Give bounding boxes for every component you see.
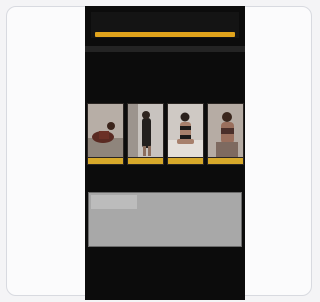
gallery-photo[interactable] — [127, 103, 164, 165]
photo-gallery — [87, 103, 244, 165]
textarea-placeholder — [91, 195, 137, 209]
gallery-photo[interactable] — [167, 103, 204, 165]
photo-image — [168, 104, 203, 157]
gallery-photo[interactable] — [207, 103, 244, 165]
photo-image — [128, 104, 163, 157]
photo-caption — [168, 158, 203, 164]
photo-caption — [208, 158, 243, 164]
message-textarea[interactable] — [88, 192, 242, 247]
page-screenshot — [85, 6, 245, 300]
photo-caption — [88, 158, 123, 164]
photo-caption — [128, 158, 163, 164]
notice-banner — [91, 12, 239, 38]
gallery-photo[interactable] — [87, 103, 124, 165]
profile-section-header — [85, 46, 245, 52]
photo-image — [88, 104, 123, 157]
notice-accept-button[interactable] — [95, 32, 235, 37]
photo-image — [208, 104, 243, 157]
